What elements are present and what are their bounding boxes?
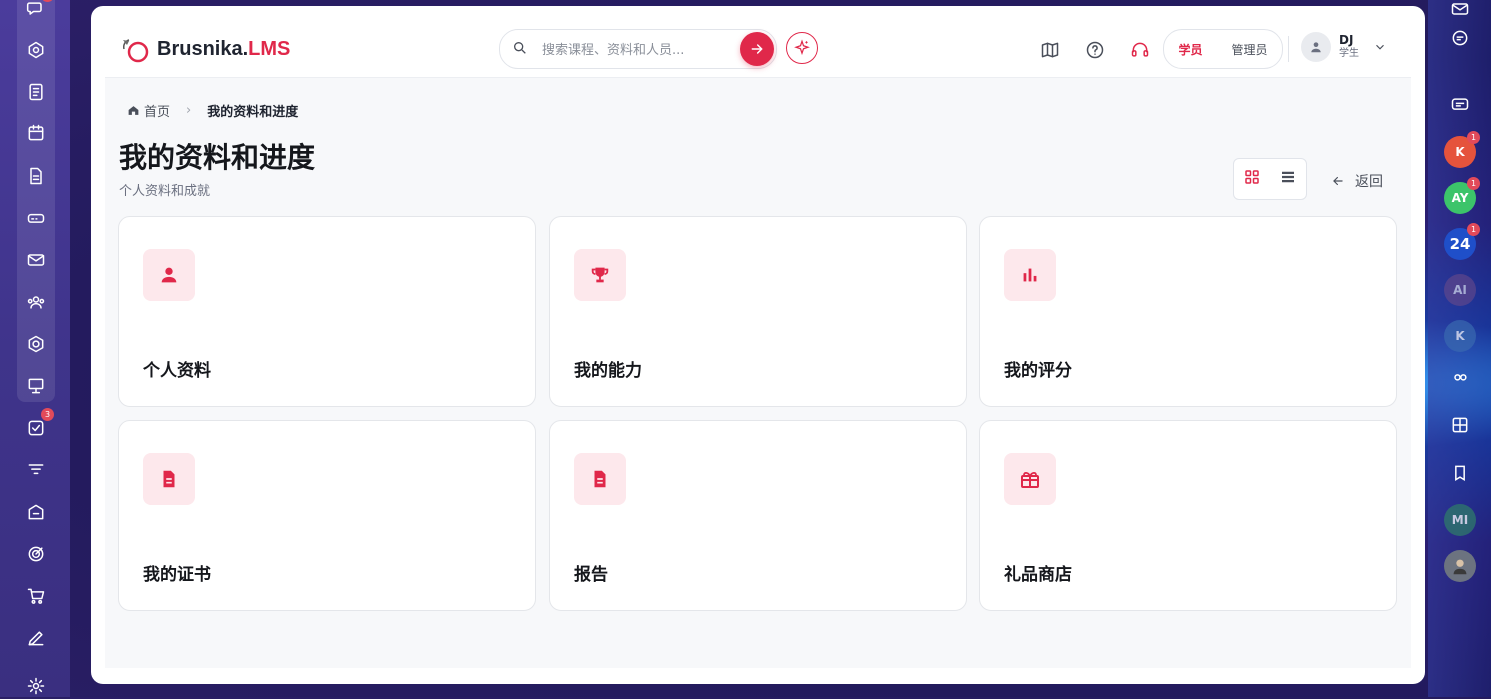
messages-icon[interactable]	[1447, 92, 1473, 118]
top-header: Brusnika.LMS 搜索课程、资料和人员... 学员 管理员 DJ 学生	[105, 6, 1411, 78]
archive-icon[interactable]	[23, 499, 49, 525]
pen-icon[interactable]	[23, 625, 49, 651]
presentation-icon[interactable]	[23, 373, 49, 399]
grid-icon	[1245, 170, 1259, 184]
card-label: 我的证书	[143, 565, 211, 585]
contact-avatar[interactable]: AI	[1444, 274, 1476, 306]
target-icon[interactable]	[23, 541, 49, 567]
avatar-initials: AI	[1453, 283, 1467, 297]
settings-icon[interactable]	[23, 673, 49, 699]
card-label: 报告	[574, 565, 608, 585]
grid-icon[interactable]	[1447, 412, 1473, 438]
role-student-tab[interactable]: 学员	[1178, 41, 1202, 58]
user-initials: DJ	[1339, 33, 1354, 47]
home-icon	[128, 106, 139, 115]
card-certificates[interactable]: 我的证书	[118, 420, 536, 611]
card-profile[interactable]: 个人资料	[118, 216, 536, 407]
list-icon	[1282, 171, 1294, 183]
document-icon	[143, 453, 195, 505]
breadcrumb-current: 我的资料和进度	[207, 105, 299, 120]
compass-icon[interactable]	[23, 37, 49, 63]
sparkle-icon	[794, 39, 810, 56]
avatar-initials: MI	[1451, 513, 1469, 527]
card-gift-shop[interactable]: 礼品商店	[979, 420, 1397, 611]
card-label: 礼品商店	[1004, 565, 1072, 585]
card-label: 我的能力	[574, 361, 642, 381]
avatar-initials: K	[1455, 329, 1465, 343]
cart-icon[interactable]	[23, 583, 49, 609]
people-icon[interactable]	[23, 289, 49, 315]
main-window: Brusnika.LMS 搜索课程、资料和人员... 学员 管理员 DJ 学生 …	[91, 6, 1425, 684]
report-icon	[574, 453, 626, 505]
contact-avatar[interactable]: K	[1444, 320, 1476, 352]
bookmark-icon[interactable]	[1447, 460, 1473, 486]
hexagon-icon[interactable]	[23, 331, 49, 357]
avatar-initials: AY	[1451, 191, 1469, 205]
support-headset-icon[interactable]	[1129, 39, 1151, 61]
avatar	[1301, 32, 1331, 62]
bar-chart-icon	[1004, 249, 1056, 301]
chat-bubble-icon[interactable]	[1447, 25, 1473, 51]
contact-avatar[interactable]: K 1	[1444, 131, 1480, 168]
arrow-left-icon	[1333, 176, 1343, 186]
logo-text: Brusnika.LMS	[157, 37, 291, 60]
unread-badge: 1	[1467, 223, 1480, 236]
back-button[interactable]: 返回	[1331, 171, 1383, 191]
role-switcher[interactable]: 学员 管理员	[1163, 29, 1283, 69]
card-label: 个人资料	[143, 361, 211, 381]
list-view-button[interactable]	[1279, 168, 1297, 190]
breadcrumb-separator: ›	[186, 103, 192, 118]
mail-icon[interactable]	[1447, 0, 1473, 22]
role-admin-tab[interactable]: 管理员	[1231, 41, 1267, 58]
document-icon[interactable]	[23, 163, 49, 189]
view-toggle	[1233, 158, 1307, 200]
group-icon[interactable]	[1447, 366, 1473, 392]
user-menu[interactable]: DJ 学生	[1301, 32, 1387, 62]
logo[interactable]: Brusnika.LMS	[119, 34, 290, 64]
gift-icon	[1004, 453, 1056, 505]
card-reports[interactable]: 报告	[549, 420, 967, 611]
chevron-down-icon	[1376, 44, 1384, 50]
user-icon	[1311, 42, 1321, 53]
help-icon[interactable]	[1084, 39, 1106, 61]
user-icon	[143, 249, 195, 301]
card-ratings[interactable]: 我的评分	[979, 216, 1397, 407]
contact-avatar[interactable]: 24 1	[1444, 223, 1480, 260]
header-divider	[1288, 36, 1289, 62]
card-competencies[interactable]: 我的能力	[549, 216, 967, 407]
user-role: 学生	[1339, 48, 1359, 59]
calendar-icon[interactable]	[23, 120, 49, 146]
brusnika-logo-icon	[123, 39, 149, 63]
tasks-icon[interactable]: 3	[23, 408, 54, 441]
grid-view-button[interactable]	[1243, 168, 1261, 190]
filter-icon[interactable]	[23, 457, 49, 483]
mail-icon[interactable]	[23, 247, 49, 273]
unread-badge: 1	[1467, 131, 1480, 144]
ai-assistant-button[interactable]	[786, 32, 818, 64]
avatar-initials: K	[1455, 145, 1465, 159]
notebook-icon[interactable]	[23, 79, 49, 105]
breadcrumb: 首页 › 我的资料和进度	[127, 101, 298, 120]
contact-avatar-photo[interactable]	[1444, 550, 1476, 582]
arrow-right-icon	[751, 44, 763, 54]
chat-icon[interactable]: 3	[23, 0, 54, 22]
search-icon	[514, 42, 526, 54]
avatar-initials: 24	[1449, 235, 1471, 253]
global-search[interactable]	[499, 29, 777, 69]
trophy-icon	[574, 249, 626, 301]
search-input[interactable]	[540, 38, 734, 62]
unread-badge: 1	[1467, 177, 1480, 190]
drive-icon[interactable]	[23, 205, 49, 231]
contact-avatar[interactable]: MI	[1444, 504, 1476, 536]
page-subtitle: 个人资料和成就	[119, 184, 211, 199]
map-icon[interactable]	[1039, 39, 1061, 61]
card-label: 我的评分	[1004, 361, 1072, 381]
tasks-badge: 3	[41, 408, 54, 421]
breadcrumb-home[interactable]: 首页	[127, 101, 170, 120]
contact-avatar[interactable]: AY 1	[1444, 177, 1480, 214]
page-title: 我的资料和进度	[119, 141, 316, 174]
search-submit-button[interactable]	[740, 32, 774, 66]
content-area: 首页 › 我的资料和进度 我的资料和进度 个人资料和成就 返回 个人资料 我的能…	[105, 78, 1411, 668]
